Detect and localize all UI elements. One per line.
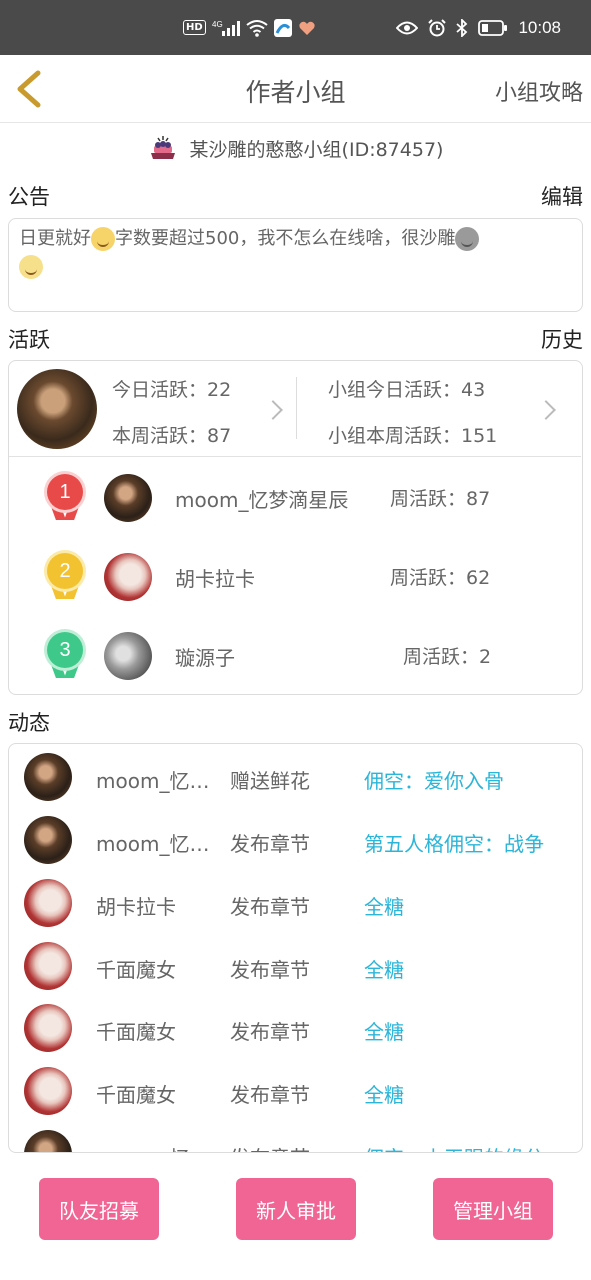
feed-target-link[interactable]: 佣空：爱你入骨 xyxy=(364,765,564,794)
feed-list[interactable]: moom_忆梦滴星辰 赠送鲜花 佣空：爱你入骨 moom_忆梦滴星辰 发布章节 … xyxy=(8,743,583,1153)
wifi-icon xyxy=(246,19,268,37)
rank-score: 周活跃：87 xyxy=(390,488,491,510)
group-activity-chevron-icon[interactable] xyxy=(536,400,556,420)
rank-3-medal-icon: 3 xyxy=(43,632,87,680)
notice-content: 日更就好 字数要超过500，我不怎么在线啥，很沙雕 xyxy=(8,218,583,312)
notice-text-part1: 日更就好 xyxy=(19,228,91,249)
rank-avatar xyxy=(104,474,152,522)
feed-avatar xyxy=(24,1067,72,1115)
feed-action: 赠送鲜花 xyxy=(230,769,310,793)
rank-1-medal-icon: 1 xyxy=(43,474,87,522)
feed-user: moom_忆梦滴星辰 xyxy=(96,832,211,856)
alarm-icon xyxy=(428,18,447,37)
smile-emoji-icon xyxy=(91,227,115,251)
feed-avatar xyxy=(24,1004,72,1052)
back-arrow-icon xyxy=(17,70,41,108)
app-notification-icon xyxy=(273,18,292,37)
rank-2-medal-icon: 2 xyxy=(43,553,87,601)
feed-item[interactable]: moom_忆梦滴星辰 赠送鲜花 佣空：爱你入骨 xyxy=(9,746,581,808)
wink-emoji-icon xyxy=(19,255,43,279)
notice-header: 公告 编辑 xyxy=(8,181,583,211)
group-crown-icon xyxy=(150,136,175,159)
eye-icon xyxy=(396,21,419,35)
user-avatar xyxy=(17,369,97,449)
svg-text:4G: 4G xyxy=(212,20,223,29)
feed-user: 千面魔女 xyxy=(96,958,176,982)
feed-avatar xyxy=(24,753,72,801)
status-left-icons: HD 4G xyxy=(183,0,316,55)
feed-user: 千面魔女 xyxy=(96,1083,176,1107)
rank-avatar xyxy=(104,632,152,680)
feed-item[interactable]: 千面魔女 发布章节 全糖 xyxy=(9,997,581,1059)
notice-text-part2: 字数要超过500，我不怎么在线啥，很沙雕 xyxy=(115,228,456,249)
divider xyxy=(296,377,297,439)
week-activity: 本周活跃：87 xyxy=(112,425,232,447)
feed-target-link[interactable]: 佣空：上天赐的缘分 xyxy=(364,1142,564,1152)
rank-name: 胡卡拉卡 xyxy=(175,567,255,591)
feed-item[interactable]: 千面魔女 发布章节 全糖 xyxy=(9,1060,581,1122)
group-week-activity: 小组本周活跃：151 xyxy=(328,425,498,447)
feed-user: 千面魔女 xyxy=(96,1020,176,1044)
signal-icon: 4G xyxy=(212,19,240,37)
rank-name: moom_忆梦滴星辰 xyxy=(175,488,349,512)
feed-action: 发布章节 xyxy=(230,1083,310,1107)
bluetooth-icon xyxy=(456,18,468,37)
feed-target-link[interactable]: 全糖 xyxy=(364,891,564,920)
feed-user: 胡卡拉卡 xyxy=(96,895,176,919)
feed-item[interactable]: 胡卡拉卡 发布章节 全糖 xyxy=(9,872,581,934)
feed-avatar xyxy=(24,942,72,990)
status-bar: HD 4G 10:08 xyxy=(0,0,591,55)
feed-target-link[interactable]: 全糖 xyxy=(364,1079,564,1108)
activity-card: 今日活跃：22 本周活跃：87 小组今日活跃：43 小组本周活跃：151 1 m… xyxy=(8,360,583,695)
feed-action: 发布章节 xyxy=(230,958,310,982)
activity-heading: 活跃 xyxy=(8,328,50,352)
feed-action: 发布章节 xyxy=(230,1020,310,1044)
rank-name: 璇源子 xyxy=(175,646,235,670)
edit-notice-button[interactable]: 编辑 xyxy=(541,181,583,211)
rank-avatar xyxy=(104,553,152,601)
group-today-activity: 小组今日活跃：43 xyxy=(328,379,486,401)
heart-notification-icon xyxy=(298,20,316,36)
feed-user: moom_忆梦滴星辰 xyxy=(96,1142,211,1152)
manage-group-button[interactable]: 管理小组 xyxy=(433,1178,553,1240)
rank-row[interactable]: 3 璇源子 周活跃：2 xyxy=(9,626,581,686)
notice-heading: 公告 xyxy=(8,185,50,209)
rank-score: 周活跃：2 xyxy=(403,646,492,668)
feed-avatar xyxy=(24,1130,72,1152)
feed-action: 发布章节 xyxy=(230,895,310,919)
gray-smile-emoji-icon xyxy=(455,227,480,251)
feed-target-link[interactable]: 全糖 xyxy=(364,1016,564,1045)
feed-header: 动态 xyxy=(8,707,583,737)
group-info: 某沙雕的憨憨小组(ID:87457) xyxy=(0,124,591,172)
recruit-teammates-button[interactable]: 队友招募 xyxy=(39,1178,159,1240)
battery-icon xyxy=(478,19,508,36)
hd-icon: HD xyxy=(183,20,206,35)
activity-summary: 今日活跃：22 本周活跃：87 小组今日活跃：43 小组本周活跃：151 xyxy=(9,361,581,457)
group-name: 某沙雕的憨憨小组(ID:87457) xyxy=(189,138,444,161)
personal-activity-chevron-icon[interactable] xyxy=(263,400,283,420)
feed-item[interactable]: moom_忆梦滴星辰 发布章节 佣空：上天赐的缘分 xyxy=(9,1123,581,1152)
approve-newcomers-button[interactable]: 新人审批 xyxy=(236,1178,356,1240)
feed-avatar xyxy=(24,879,72,927)
history-button[interactable]: 历史 xyxy=(541,324,583,354)
feed-heading: 动态 xyxy=(8,711,50,735)
clock-time: 10:08 xyxy=(518,17,561,37)
rank-row[interactable]: 1 moom_忆梦滴星辰 周活跃：87 xyxy=(9,468,581,528)
feed-target-link[interactable]: 第五人格佣空：战争 xyxy=(364,828,564,857)
feed-target-link[interactable]: 全糖 xyxy=(364,954,564,983)
rank-row[interactable]: 2 胡卡拉卡 周活跃：62 xyxy=(9,547,581,607)
nav-bar: 作者小组 小组攻略 xyxy=(0,55,591,123)
rank-score: 周活跃：62 xyxy=(390,567,491,589)
feed-action: 发布章节 xyxy=(230,832,310,856)
status-right-icons: 10:08 xyxy=(396,18,561,38)
group-guide-link[interactable]: 小组攻略 xyxy=(495,75,583,107)
feed-item[interactable]: moom_忆梦滴星辰 发布章节 第五人格佣空：战争 xyxy=(9,809,581,871)
feed-item[interactable]: 千面魔女 发布章节 全糖 xyxy=(9,935,581,997)
feed-user: moom_忆梦滴星辰 xyxy=(96,769,211,793)
feed-action: 发布章节 xyxy=(230,1142,310,1152)
back-button[interactable] xyxy=(10,67,50,111)
feed-avatar xyxy=(24,816,72,864)
activity-header: 活跃 历史 xyxy=(8,324,583,354)
today-activity: 今日活跃：22 xyxy=(112,379,232,401)
